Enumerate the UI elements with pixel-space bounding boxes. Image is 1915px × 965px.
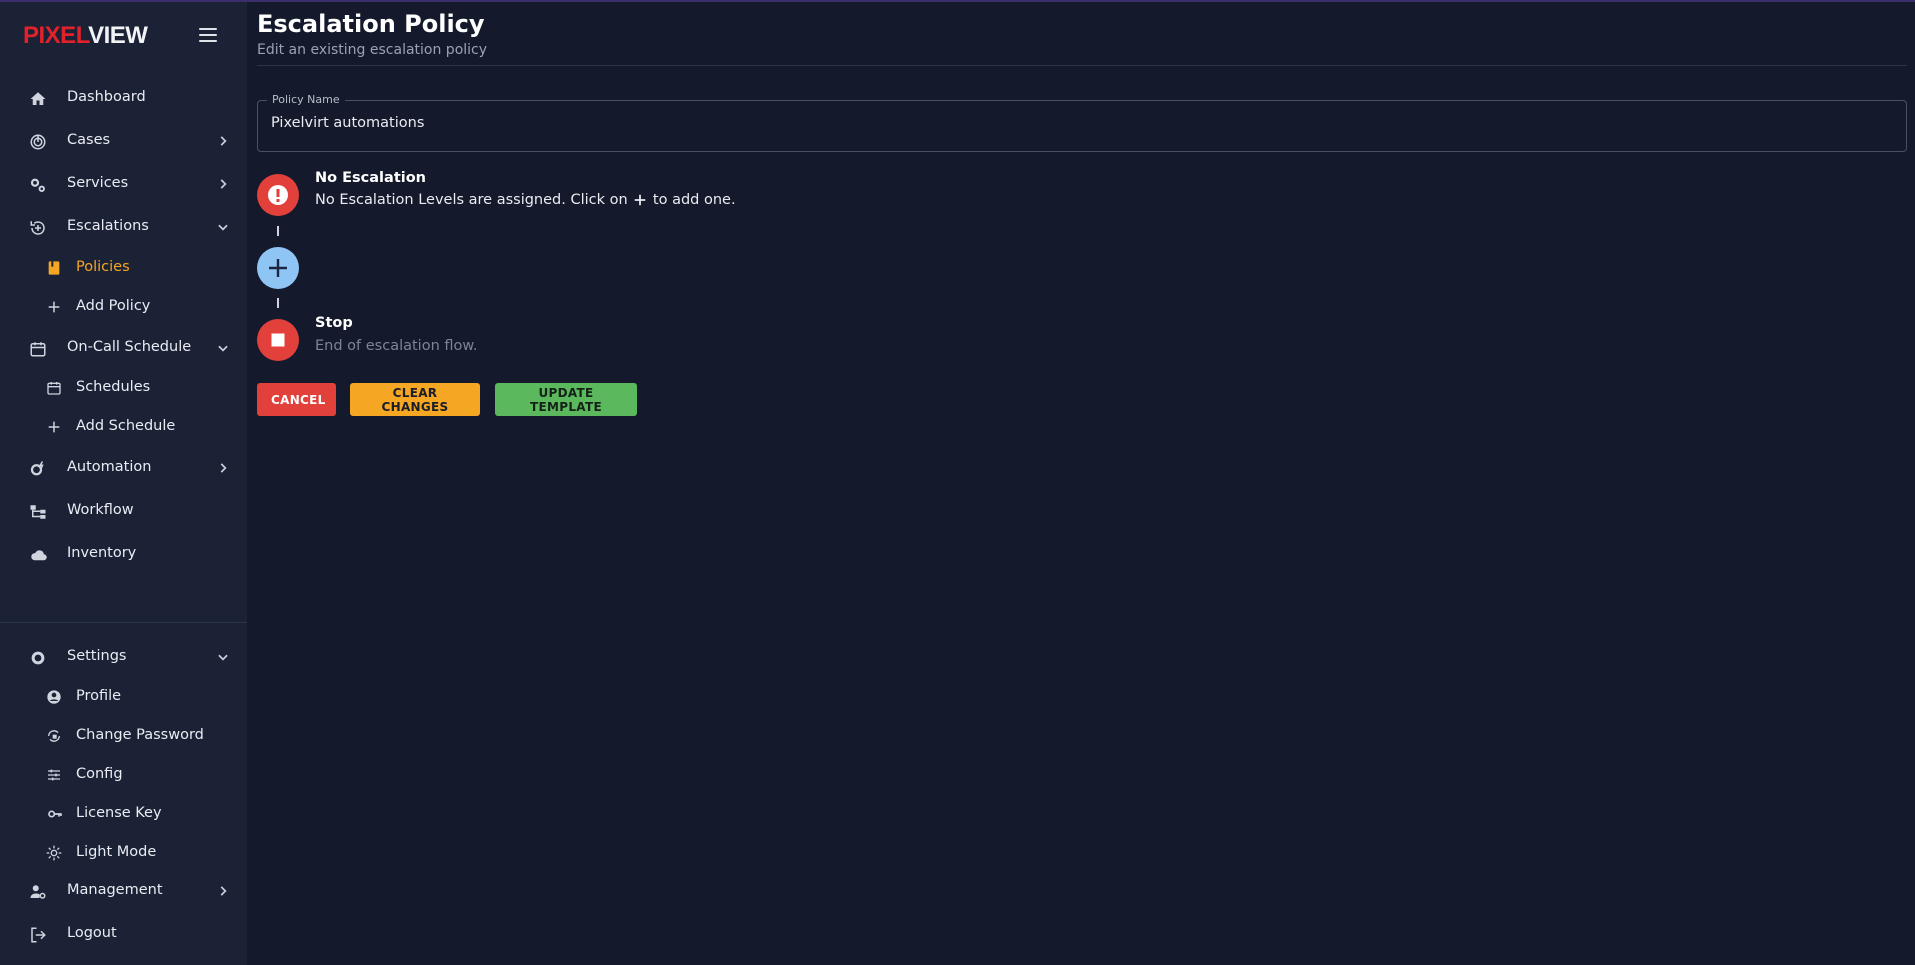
sidebar-subitem-policies[interactable]: Policies: [0, 251, 247, 285]
page-title: Escalation Policy: [257, 10, 485, 38]
sidebar-item-escalations[interactable]: Escalations: [0, 208, 247, 246]
book-icon: [46, 260, 63, 277]
sidebar-subitem-add-policy[interactable]: Add Policy: [0, 290, 247, 324]
sidebar-subitem-label: Profile: [76, 688, 122, 704]
key-icon: [46, 806, 63, 823]
account-cog-icon: [29, 883, 49, 903]
no-escalation-description: No Escalation Levels are assigned. Click…: [315, 192, 736, 208]
workflow-icon: [29, 503, 49, 523]
logo-row: PIXELVIEW: [0, 2, 247, 68]
sidebar-item-label: Inventory: [67, 545, 137, 561]
sidebar-subitem-label: Light Mode: [76, 844, 157, 860]
sidebar-subitem-label: Schedules: [76, 379, 151, 395]
brand-logo-part1: PIXEL: [23, 22, 89, 49]
sidebar-subitem-license-key[interactable]: License Key: [0, 797, 247, 831]
page-subtitle: Edit an existing escalation policy: [257, 42, 488, 58]
chevron-down-icon: [216, 650, 230, 664]
brand-logo[interactable]: PIXELVIEW: [23, 22, 148, 50]
tune-icon: [46, 767, 63, 784]
menu-toggle-icon[interactable]: [199, 28, 217, 42]
sidebar-item-label: Dashboard: [67, 89, 146, 105]
chevron-down-icon: [216, 220, 230, 234]
escalation-icon: [29, 219, 49, 239]
stop-description: End of escalation flow.: [315, 338, 478, 354]
cogs-icon: [29, 176, 49, 196]
no-escalation-desc-after: to add one.: [652, 192, 736, 208]
sidebar-subitem-label: Add Policy: [76, 298, 151, 314]
stop-icon: [271, 333, 285, 347]
inline-plus-icon: [633, 193, 647, 207]
sidebar-item-label: Management: [67, 882, 163, 898]
lock-reset-icon: [46, 728, 63, 745]
sidebar-item-cases[interactable]: Cases: [0, 122, 247, 160]
cancel-button[interactable]: CANCEL: [257, 383, 336, 416]
alert-circle-icon: [268, 185, 288, 205]
sidebar-item-label: Automation: [67, 459, 152, 475]
plus-icon: [269, 259, 287, 277]
plus-icon: [46, 299, 63, 316]
chevron-right-icon: [216, 134, 230, 148]
sidebar-item-on-call-schedule[interactable]: On-Call Schedule: [0, 329, 247, 367]
sidebar-item-label: Workflow: [67, 502, 134, 518]
policy-name-input[interactable]: [271, 115, 1871, 131]
calendar-icon: [29, 340, 49, 360]
header-divider: [257, 65, 1907, 66]
sidebar-subitem-schedules[interactable]: Schedules: [0, 371, 247, 405]
sidebar-item-services[interactable]: Services: [0, 165, 247, 203]
sidebar-item-label: Escalations: [67, 218, 149, 234]
sidebar-item-settings[interactable]: Settings: [0, 638, 247, 676]
sidebar-subitem-light-mode[interactable]: Light Mode: [0, 836, 247, 870]
home-icon: [29, 90, 49, 110]
timeline-connector: [277, 298, 279, 308]
sidebar-subitem-label: Policies: [76, 259, 130, 275]
sidebar-item-automation[interactable]: Automation: [0, 449, 247, 487]
clear-changes-button[interactable]: CLEAR CHANGES: [350, 383, 480, 416]
sidebar-item-label: Services: [67, 175, 129, 191]
logout-icon: [29, 926, 49, 946]
main-content: Escalation Policy Edit an existing escal…: [257, 2, 1907, 962]
calendar-icon: [46, 380, 63, 397]
sidebar-item-label: Cases: [67, 132, 111, 148]
no-escalation-title: No Escalation: [315, 170, 427, 186]
sidebar-subitem-config[interactable]: Config: [0, 758, 247, 792]
chevron-down-icon: [216, 341, 230, 355]
no-escalation-step-icon: [257, 174, 299, 216]
sun-icon: [46, 845, 63, 862]
no-escalation-desc-before: No Escalation Levels are assigned. Click…: [315, 192, 628, 208]
sidebar-item-dashboard[interactable]: Dashboard: [0, 79, 247, 117]
sidebar-subitem-label: Change Password: [76, 727, 204, 743]
sidebar-subitem-profile[interactable]: Profile: [0, 680, 247, 714]
sidebar-subitem-label: License Key: [76, 805, 162, 821]
sidebar-item-inventory[interactable]: Inventory: [0, 535, 247, 573]
sidebar: PIXELVIEW Dashboard Cases Services Escal…: [0, 2, 247, 965]
sidebar-item-label: On-Call Schedule: [67, 339, 192, 355]
sidebar-subitem-add-schedule[interactable]: Add Schedule: [0, 410, 247, 444]
add-escalation-level-button[interactable]: [257, 247, 299, 289]
fingerprint-icon: [29, 133, 49, 153]
stop-title: Stop: [315, 315, 353, 331]
policy-name-label: Policy Name: [267, 93, 345, 106]
sidebar-item-management[interactable]: Management: [0, 872, 247, 910]
account-circle-icon: [46, 689, 63, 706]
sidebar-subitem-change-password[interactable]: Change Password: [0, 719, 247, 753]
sidebar-item-workflow[interactable]: Workflow: [0, 492, 247, 530]
gear-bolt-icon: [29, 460, 49, 480]
update-template-button[interactable]: UPDATE TEMPLATE: [495, 383, 637, 416]
chevron-right-icon: [216, 177, 230, 191]
sidebar-item-label: Settings: [67, 648, 127, 664]
timeline-connector: [277, 226, 279, 236]
sidebar-item-label: Logout: [67, 925, 117, 941]
sidebar-item-logout[interactable]: Logout: [0, 915, 247, 953]
brand-logo-part2: VIEW: [88, 22, 148, 49]
chevron-right-icon: [216, 461, 230, 475]
sidebar-divider: [0, 622, 247, 623]
sidebar-subitem-label: Config: [76, 766, 123, 782]
chevron-right-icon: [216, 884, 230, 898]
plus-icon: [46, 419, 63, 436]
stop-step-icon: [257, 319, 299, 361]
gear-icon: [29, 649, 49, 669]
sidebar-subitem-label: Add Schedule: [76, 418, 176, 434]
cloud-icon: [29, 546, 49, 566]
policy-name-field[interactable]: Policy Name: [257, 93, 1907, 152]
